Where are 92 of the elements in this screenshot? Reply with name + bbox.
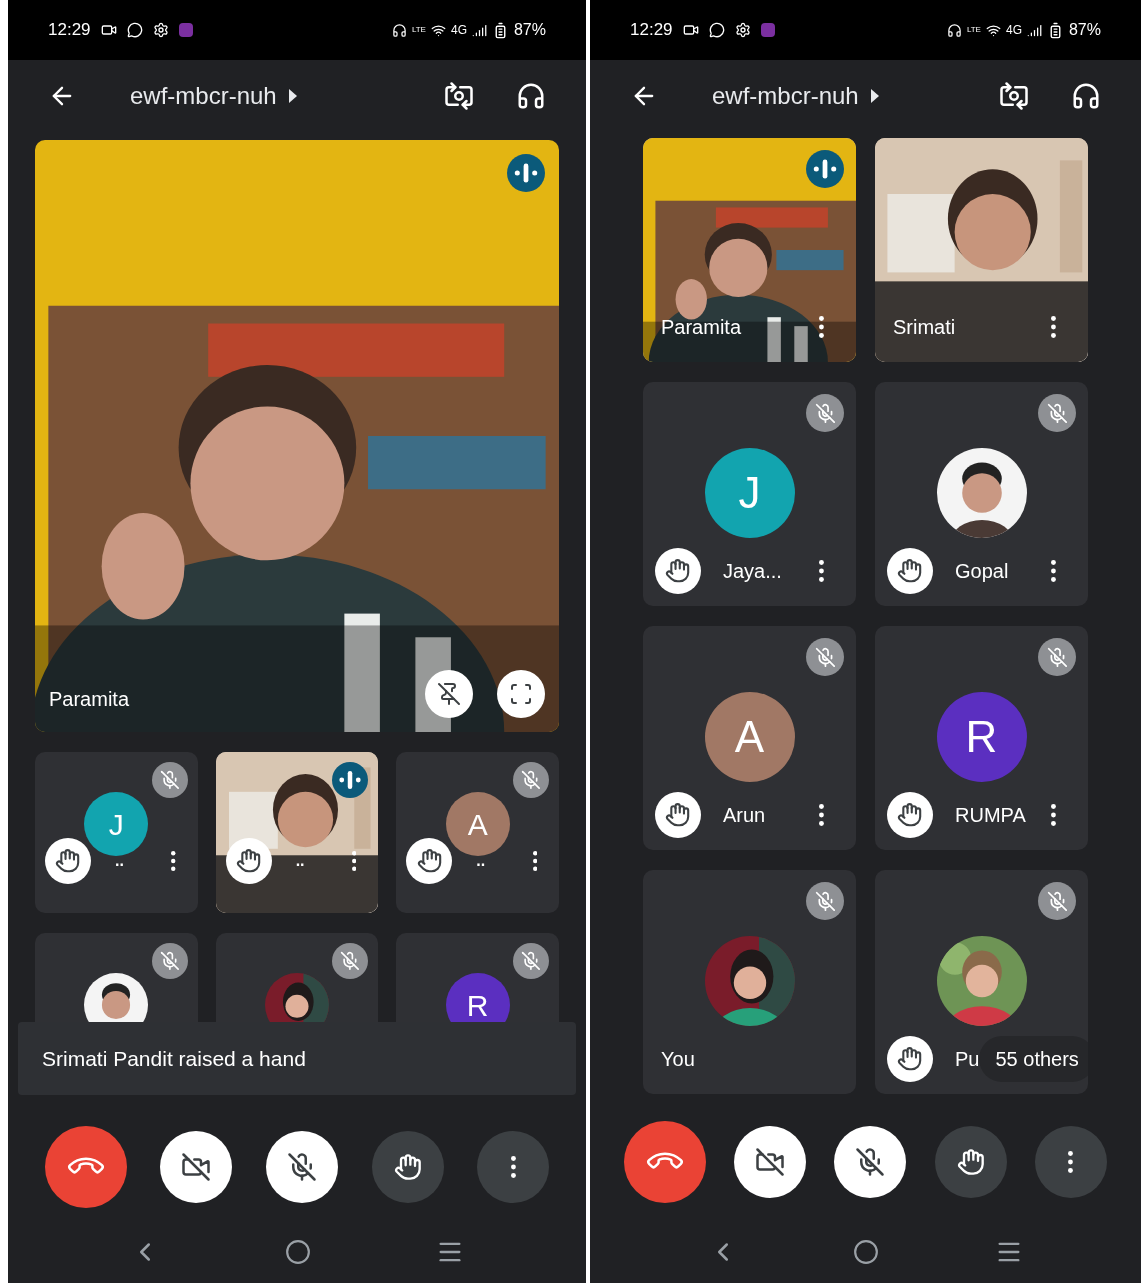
more-icon: [1051, 560, 1056, 582]
more-icon: [1068, 1151, 1074, 1173]
camera-off-icon: [181, 1152, 212, 1182]
camera-off-icon: [755, 1147, 786, 1177]
headphones-icon: [946, 22, 962, 38]
participant-name: Paramita: [661, 317, 742, 337]
settings-icon: [152, 22, 169, 38]
participant-tile[interactable]: R RUMPA: [875, 626, 1088, 850]
avatar-initial: R: [445, 973, 510, 1022]
avatar-initial: A: [445, 792, 510, 856]
others-count-chip[interactable]: 55 others: [979, 1036, 1088, 1082]
more-icon: [1051, 316, 1056, 338]
caret-icon: [870, 89, 879, 103]
app-icon: [760, 23, 775, 37]
headphones-icon: [391, 22, 407, 38]
participant-tile[interactable]: ..: [215, 752, 379, 913]
more-icon: [1051, 804, 1056, 826]
more-icon: [819, 560, 824, 582]
headphones-icon: [516, 81, 546, 111]
participant-name: Jaya...: [723, 561, 782, 581]
participant-tile[interactable]: You: [643, 870, 856, 1094]
tile-menu-button[interactable]: [532, 851, 537, 871]
signal-icon: [1026, 22, 1042, 38]
pin-off-icon: [437, 682, 461, 706]
switch-camera-icon: [999, 81, 1029, 111]
participant-name: ..: [476, 853, 486, 869]
app-icon: [178, 23, 193, 37]
more-icon: [171, 851, 176, 871]
participant-tile[interactable]: Paramita: [643, 138, 856, 362]
avatar-initial: J: [84, 792, 149, 856]
participant-tile[interactable]: J ..: [35, 752, 198, 913]
participant-tile[interactable]: Srimati: [875, 138, 1088, 362]
participant-name: ..: [295, 853, 305, 869]
tile-menu-button[interactable]: [351, 851, 357, 871]
chat-icon: [708, 22, 725, 38]
tile-menu-button[interactable]: [819, 560, 824, 582]
participant-name: RUMPA: [955, 805, 1026, 825]
hand-icon: [393, 1153, 422, 1181]
mic-off-icon: [287, 1152, 317, 1182]
participant-name: You: [661, 1049, 695, 1069]
tile-menu-button[interactable]: [1051, 316, 1056, 338]
tile-menu-button[interactable]: [1051, 560, 1056, 582]
avatar-initial: R: [936, 692, 1027, 782]
home-nav-icon[interactable]: [285, 1239, 311, 1265]
participant-tile[interactable]: Gopal: [875, 382, 1088, 606]
participant-name: Paramita: [49, 687, 130, 712]
more-icon: [351, 851, 357, 871]
hotspot-icon: [985, 22, 1001, 38]
participant-tile[interactable]: R: [396, 933, 559, 1022]
hotspot-icon: [430, 22, 446, 38]
video-icon: [682, 22, 699, 38]
tile-menu-button[interactable]: [819, 316, 824, 338]
headphones-icon: [1071, 81, 1101, 111]
signal-icon: [471, 22, 487, 38]
participant-name: ..: [115, 853, 124, 869]
switch-camera-icon: [444, 81, 474, 111]
video-icon: [100, 22, 117, 38]
status-time: 12:29: [630, 19, 673, 42]
meeting-title[interactable]: ewf-mbcr-nuh: [130, 78, 297, 114]
participant-name: Arun: [723, 805, 766, 825]
participant-name: Srimati: [893, 317, 956, 337]
home-nav-icon[interactable]: [853, 1239, 880, 1265]
participant-tile[interactable]: J Jaya...: [643, 382, 856, 606]
participant-tile[interactable]: A Arun: [643, 626, 856, 850]
participant-tile[interactable]: A ..: [396, 752, 559, 913]
meeting-title[interactable]: ewf-mbcr-nuh: [712, 78, 879, 114]
caret-icon: [288, 89, 297, 103]
tile-menu-button[interactable]: [171, 851, 176, 871]
participant-name: Gopal: [955, 561, 1009, 581]
avatar-initial: J: [704, 448, 795, 538]
tile-menu-button[interactable]: [1051, 804, 1056, 826]
lte-label: LTE: [411, 26, 426, 34]
battery-level: 87%: [513, 20, 546, 40]
more-icon: [819, 804, 824, 826]
battery-level: 87%: [1068, 20, 1101, 40]
tile-menu-button[interactable]: [819, 804, 824, 826]
more-icon: [819, 316, 824, 338]
avatar-initial: A: [704, 692, 795, 782]
network-label: 4G: [450, 22, 467, 39]
fullscreen-icon: [509, 682, 533, 706]
more-icon: [532, 851, 537, 871]
hand-icon: [956, 1148, 985, 1176]
network-label: 4G: [1005, 22, 1022, 39]
more-icon: [510, 1156, 516, 1178]
chat-icon: [126, 22, 143, 38]
participant-tile[interactable]: Pu 55 others: [875, 870, 1088, 1094]
settings-icon: [734, 22, 751, 38]
mic-off-icon: [855, 1147, 886, 1177]
hand-raised-toast: Srimati Pandit raised a hand: [18, 1022, 576, 1095]
lte-label: LTE: [966, 26, 981, 34]
status-time: 12:29: [48, 19, 91, 42]
participant-name: Pu: [955, 1049, 980, 1069]
